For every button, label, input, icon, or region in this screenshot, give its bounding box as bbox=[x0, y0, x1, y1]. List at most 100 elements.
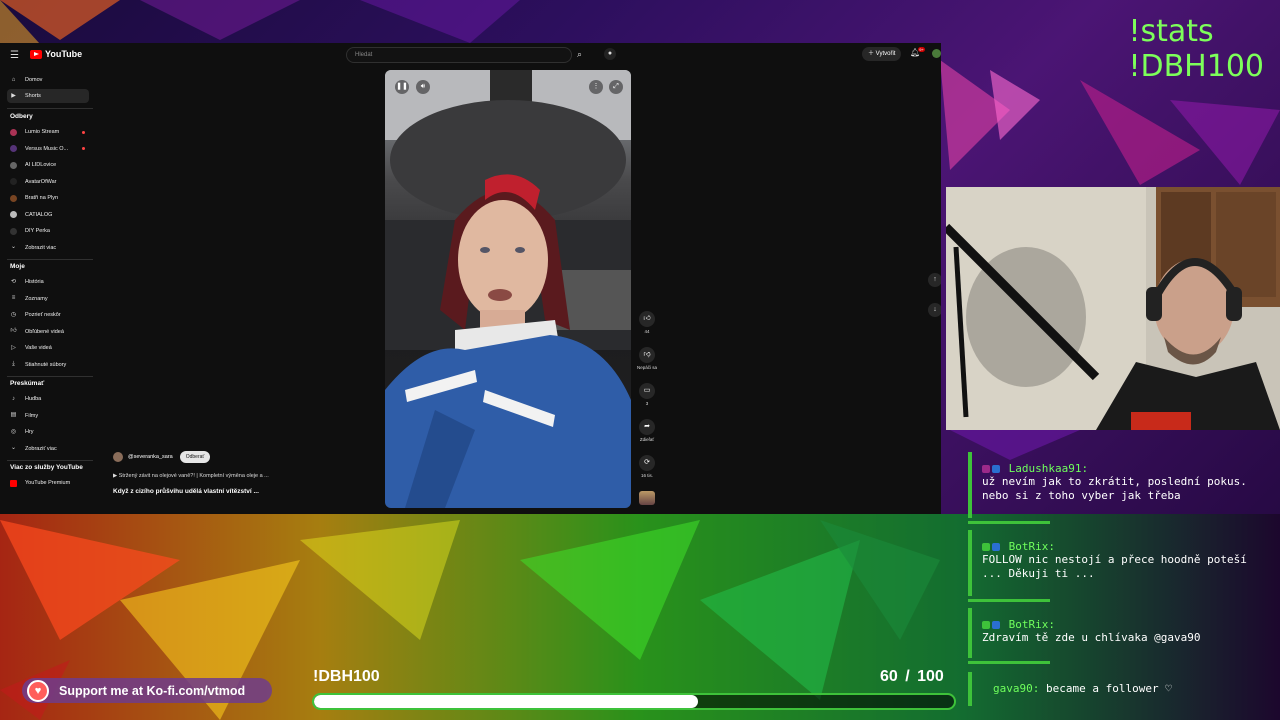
dislike-icon[interactable]: 👎︎ bbox=[639, 347, 655, 363]
gaming-icon: ◎ bbox=[10, 428, 17, 435]
chat-username[interactable]: BotRix: bbox=[1009, 540, 1055, 553]
playlist-icon: ≡ bbox=[11, 295, 16, 301]
sidebar-subscription[interactable]: DIY Perka bbox=[7, 224, 89, 238]
chat-user-line: BotRix: bbox=[968, 608, 1268, 631]
sidebar-item[interactable]: ≡ Zoznamy bbox=[7, 292, 89, 306]
sidebar-item-label: Lumio Stream bbox=[25, 129, 60, 135]
search-icon[interactable]: ⌕ bbox=[577, 49, 582, 60]
sidebar-item[interactable]: YouTube Premium bbox=[7, 476, 89, 490]
watch-later-icon: ◷ bbox=[10, 311, 17, 318]
sidebar-subscription[interactable]: CATIALOG bbox=[7, 208, 89, 222]
sidebar-divider bbox=[7, 259, 93, 260]
create-button[interactable]: ＋ Vytvořit bbox=[862, 47, 902, 61]
comment-action[interactable]: ▭ 3 bbox=[633, 383, 661, 406]
remix-action[interactable]: ⟳ 16 tis. bbox=[633, 455, 661, 478]
chat-user-line: Ladushkaa91: bbox=[968, 452, 1268, 475]
like-action[interactable]: 👍︎ 44 bbox=[633, 311, 661, 334]
sidebar-item-label: YouTube Premium bbox=[25, 480, 71, 486]
sidebar-item[interactable]: ◎ Hry bbox=[7, 425, 89, 439]
dislike-action[interactable]: 👎︎ Nepáči sa bbox=[633, 347, 661, 370]
chat-text: už nevím jak to zkrátit, poslední pokus.… bbox=[982, 475, 1247, 502]
short-title[interactable]: Když z cizího průšvihu udělá vlastní vít… bbox=[113, 488, 259, 495]
channel-avatar bbox=[10, 145, 17, 152]
goal-count: 60 / 100 bbox=[880, 668, 944, 685]
sidebar-item-label: Vaše videá bbox=[25, 345, 52, 351]
sidebar-item-label: História bbox=[25, 279, 44, 285]
youtube-logo[interactable]: YouTube bbox=[30, 49, 82, 59]
search-input[interactable]: Hledat bbox=[346, 47, 572, 63]
channel-name[interactable]: @severanka_sara bbox=[128, 454, 173, 460]
short-video-player[interactable]: ❚❚ 🔊︎ ⋮ ⤢ bbox=[385, 70, 631, 508]
badge-icon bbox=[982, 465, 990, 473]
sidebar-subscription[interactable]: Lumio Stream bbox=[7, 125, 89, 139]
sidebar-item-label: Zobraziť viac bbox=[25, 445, 57, 452]
channel-avatar bbox=[10, 161, 17, 169]
comment-icon[interactable]: ▭ bbox=[639, 383, 655, 399]
follower-name[interactable]: gava90: bbox=[993, 682, 1039, 695]
menu-icon[interactable]: ☰ bbox=[10, 50, 19, 61]
sidebar-item[interactable]: ♪ Hudba bbox=[7, 392, 89, 406]
pause-icon[interactable]: ❚❚ bbox=[395, 80, 409, 94]
sidebar-item[interactable]: 👍︎ Obľúbené videá bbox=[7, 325, 89, 339]
sidebar-item[interactable]: ⌄ Zobraziť viac bbox=[7, 442, 89, 456]
sidebar-item-label: Obľúbené videá bbox=[25, 328, 64, 335]
share-action[interactable]: ➦ Zdieľať bbox=[633, 419, 661, 442]
sidebar-divider bbox=[7, 108, 93, 109]
arrow-up-icon[interactable]: ↑ bbox=[928, 273, 941, 287]
like-icon[interactable]: 👍︎ bbox=[639, 311, 655, 327]
arrow-down-icon[interactable]: ↓ bbox=[928, 303, 941, 317]
sidebar-item[interactable]: ⟲ História bbox=[7, 275, 89, 289]
webcam-feed bbox=[946, 187, 1280, 430]
share-icon[interactable]: ➦ bbox=[639, 419, 655, 435]
chat-username[interactable]: Ladushkaa91: bbox=[1009, 462, 1088, 475]
sidebar-item-domov[interactable]: ⌂ Domov bbox=[7, 73, 89, 87]
sidebar: ⌂ Domov ▶ Shorts Odbery Lumio Stream Versus Mu… bbox=[0, 67, 96, 514]
fullscreen-icon[interactable]: ⤢ bbox=[609, 80, 623, 94]
sidebar-subscription[interactable]: Versus Music O... bbox=[7, 142, 89, 156]
sidebar-item[interactable]: ▤ Filmy bbox=[7, 409, 89, 423]
subscribe-button[interactable]: Odberať bbox=[179, 451, 211, 463]
remix-icon[interactable]: ⟳ bbox=[639, 455, 655, 471]
short-navigation: ↑ ↓ bbox=[928, 273, 941, 333]
live-indicator bbox=[82, 147, 85, 150]
channel-row: @severanka_sara Odberať bbox=[113, 451, 211, 463]
sidebar-item-label: Bratři na Plyn bbox=[25, 195, 59, 201]
account-avatar[interactable] bbox=[932, 49, 941, 58]
chat-message: BotRix: FOLLOW nic nestojí a přece hoodn… bbox=[968, 530, 1268, 602]
sidebar-item[interactable]: ◷ Pozrieť neskôr bbox=[7, 308, 89, 322]
subscriptions-heading[interactable]: Odbery bbox=[10, 113, 33, 120]
kofi-banner[interactable]: ♥ Support me at Ko-fi.com/vtmod bbox=[22, 678, 272, 703]
sidebar-item-shorts[interactable]: ▶ Shorts bbox=[7, 89, 89, 103]
channel-avatar bbox=[10, 194, 17, 202]
sidebar-subscription[interactable]: Bratři na Plyn bbox=[7, 191, 89, 205]
microphone-icon[interactable]: ● bbox=[604, 48, 616, 60]
volume-icon[interactable]: 🔊︎ bbox=[416, 80, 430, 94]
sidebar-item-label: Zobrazit viac bbox=[25, 244, 57, 251]
sidebar-item-label: CATIALOG bbox=[25, 211, 53, 218]
music-icon: ♪ bbox=[12, 395, 15, 402]
sidebar-item-label: Filmy bbox=[25, 412, 39, 419]
sidebar-item-label: DIY Perka bbox=[25, 228, 50, 234]
chat-username[interactable]: BotRix: bbox=[1009, 618, 1055, 631]
sidebar-item-label: Pozrieť neskôr bbox=[25, 312, 61, 318]
short-description[interactable]: ▶ Stržený závit na olejové vaně?! | Komp… bbox=[113, 473, 269, 479]
channel-avatar[interactable] bbox=[113, 452, 123, 462]
like-icon: 👍︎ bbox=[10, 328, 17, 334]
channel-avatar bbox=[10, 178, 17, 185]
webcam-image bbox=[946, 187, 1280, 430]
more-options-icon[interactable]: ⋮ bbox=[589, 80, 603, 94]
badge-icon bbox=[992, 621, 1000, 629]
sidebar-item-label: Hudba bbox=[25, 396, 42, 402]
sidebar-subscription[interactable]: AvatarOfWar bbox=[7, 175, 89, 189]
sidebar-subscription[interactable]: ⌄ Zobrazit viac bbox=[7, 241, 89, 255]
badge-icon bbox=[992, 543, 1000, 551]
youtube-brand-text: YouTube bbox=[45, 49, 83, 59]
sidebar-item[interactable]: ▷ Vaše videá bbox=[7, 341, 89, 355]
you-heading[interactable]: Moje bbox=[10, 263, 25, 270]
youtube-premium-icon bbox=[10, 479, 17, 487]
sound-thumbnail[interactable] bbox=[639, 491, 655, 505]
sidebar-subscription[interactable]: AI LIDLovice bbox=[7, 158, 89, 172]
sidebar-item[interactable]: ⤓ Stiahnuté súbory bbox=[7, 358, 89, 372]
chat-message: Ladushkaa91: už nevím jak to zkrátit, po… bbox=[968, 452, 1268, 524]
video-frame bbox=[385, 70, 631, 508]
